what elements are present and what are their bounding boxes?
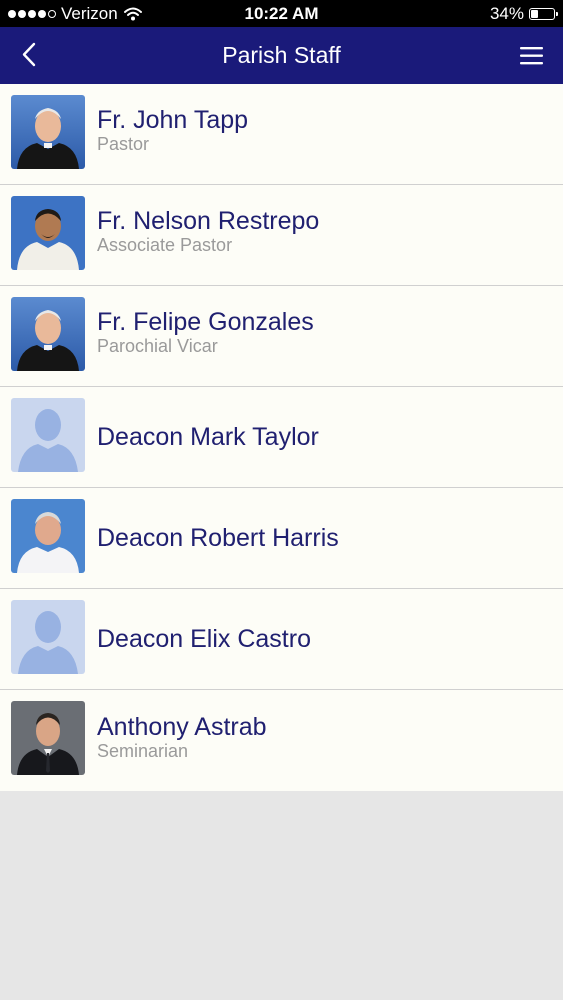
- status-bar: Verizon 10:22 AM 34%: [0, 0, 563, 27]
- status-right: 34%: [489, 4, 558, 24]
- staff-role: Seminarian: [97, 740, 189, 761]
- staff-row[interactable]: Deacon Elix Castro: [0, 589, 563, 690]
- placeholder-avatar: [11, 398, 85, 472]
- staff-row[interactable]: Deacon Mark Taylor: [0, 387, 563, 488]
- staff-name: Deacon Mark Taylor: [97, 423, 319, 451]
- battery-level: [531, 10, 538, 18]
- staff-role: Parochial Vicar: [97, 336, 218, 356]
- staff-text: Deacon Mark Taylor: [97, 387, 553, 487]
- hamburger-menu-icon: [520, 47, 543, 65]
- staff-photo: [11, 95, 85, 169]
- staff-photo: [11, 701, 85, 775]
- staff-photo: [11, 499, 85, 573]
- staff-text: Fr. John Tapp Pastor: [97, 84, 553, 184]
- staff-row[interactable]: Fr. Nelson Restrepo Associate Pastor: [0, 185, 563, 286]
- page-title: Parish Staff: [222, 42, 341, 68]
- staff-list: Fr. John Tapp Pastor Fr. Nelson Restrepo A…: [0, 84, 563, 791]
- staff-name: Deacon Elix Castro: [97, 625, 311, 653]
- staff-name: Deacon Robert Harris: [97, 524, 339, 552]
- navigation-bar: Parish Staff: [0, 27, 563, 84]
- staff-row[interactable]: Fr. John Tapp Pastor: [0, 84, 563, 185]
- battery-icon: [529, 8, 558, 20]
- staff-text: Anthony Astrab Seminarian: [97, 690, 553, 791]
- staff-name: Fr. John Tapp: [97, 106, 249, 134]
- staff-name: Fr. Nelson Restrepo: [97, 207, 320, 235]
- staff-role: Associate Pastor: [97, 235, 233, 255]
- staff-text: Deacon Elix Castro: [97, 589, 553, 689]
- staff-text: Fr. Nelson Restrepo Associate Pastor: [97, 185, 553, 285]
- battery-percent: 34%: [489, 4, 524, 23]
- staff-text: Fr. Felipe Gonzales Parochial Vicar: [97, 286, 553, 386]
- staff-name: Fr. Felipe Gonzales: [97, 308, 314, 336]
- placeholder-avatar: [11, 600, 85, 674]
- staff-photo: [11, 196, 85, 270]
- staff-photo: [11, 297, 85, 371]
- staff-row[interactable]: Fr. Felipe Gonzales Parochial Vicar: [0, 286, 563, 387]
- staff-row[interactable]: Anthony Astrab Seminarian: [0, 690, 563, 791]
- staff-name: Anthony Astrab: [97, 712, 267, 741]
- staff-text: Deacon Robert Harris: [97, 488, 553, 588]
- staff-row[interactable]: Deacon Robert Harris: [0, 488, 563, 589]
- menu-button[interactable]: [517, 44, 547, 68]
- status-time: 10:22 AM: [244, 4, 319, 23]
- staff-role: Pastor: [97, 134, 150, 154]
